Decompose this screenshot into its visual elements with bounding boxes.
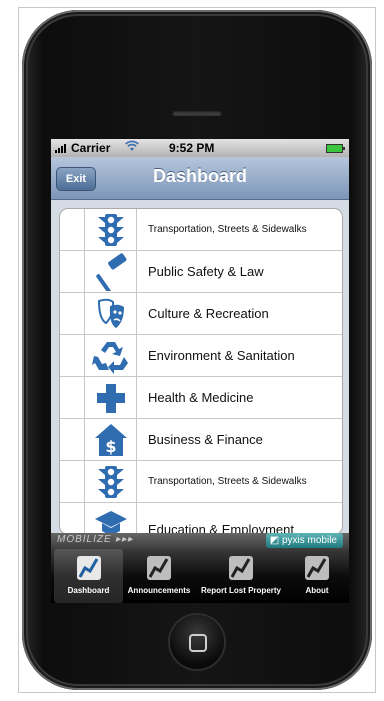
tab-about[interactable]: About [287,549,347,603]
theater-masks-icon [86,295,136,333]
tab-announcements[interactable]: Announcements [123,549,195,603]
page-title: Dashboard [152,166,248,186]
tab-label: About [305,586,329,595]
mobilize-logo: MOBILIZE ▸▸▸ [57,534,134,545]
home-button[interactable] [170,615,224,669]
list-item-label: Education & Employment [148,522,294,535]
chart-line-icon [304,555,330,581]
list-item-culture[interactable]: Culture & Recreation [60,293,342,335]
tab-label: Dashboard [67,586,110,595]
dollar-house-icon: $ [86,421,136,459]
list-item-education[interactable]: Education & Employment [60,503,342,535]
phone-screen: Carrier 9:52 PM Exit Dashboard Transport… [51,139,349,603]
graduation-cap-icon [86,505,136,534]
clock-time: 9:52 PM [169,141,215,155]
list-item-transportation[interactable]: Transportation, Streets & Sidewalks [60,209,342,251]
tab-report-lost-property[interactable]: Report Lost Property [195,549,287,603]
status-bar: Carrier 9:52 PM [51,139,349,157]
category-list: Transportation, Streets & Sidewalks Publ… [59,208,343,535]
list-item-label: Public Safety & Law [148,264,264,279]
home-square-icon [189,634,207,652]
list-item-label: Environment & Sanitation [148,348,295,363]
signal-bars-icon [55,143,69,153]
speaker-grille [172,110,222,116]
list-item-label: Health & Medicine [148,390,254,405]
branding-bar: MOBILIZE ▸▸▸ ◩ pyxis mobile [51,533,349,549]
pyxis-mobile-logo: ◩ pyxis mobile [265,533,343,548]
list-item-business[interactable]: $ Business & Finance [60,419,342,461]
tab-label: Announcements [127,586,191,595]
chart-line-icon [76,555,102,581]
battery-icon [326,144,345,153]
list-item-label: Business & Finance [148,432,263,447]
svg-text:$: $ [105,437,116,456]
tab-bar: Dashboard Announcements Report Lost Prop… [51,549,349,603]
traffic-light-icon [86,211,136,249]
list-item-label: Transportation, Streets & Sidewalks [148,224,307,235]
carrier-name: Carrier [71,141,111,155]
wifi-icon [125,140,139,155]
tab-dashboard[interactable]: Dashboard [54,549,123,603]
list-item-public-safety[interactable]: Public Safety & Law [60,251,342,297]
list-item-label: Culture & Recreation [148,306,269,321]
gavel-icon [86,253,136,297]
chart-line-icon [228,555,254,581]
list-item-environment[interactable]: Environment & Sanitation [60,335,342,377]
tab-label: Report Lost Property [200,586,281,595]
recycle-icon [86,337,136,375]
chart-line-icon [146,555,172,581]
list-item-label: Transportation, Streets & Sidewalks [148,476,307,487]
navigation-bar: Exit Dashboard [51,157,349,200]
medical-cross-icon [86,379,136,417]
list-item-transportation-2[interactable]: Transportation, Streets & Sidewalks [60,461,342,503]
list-item-health[interactable]: Health & Medicine [60,377,342,419]
traffic-light-icon [86,463,136,501]
